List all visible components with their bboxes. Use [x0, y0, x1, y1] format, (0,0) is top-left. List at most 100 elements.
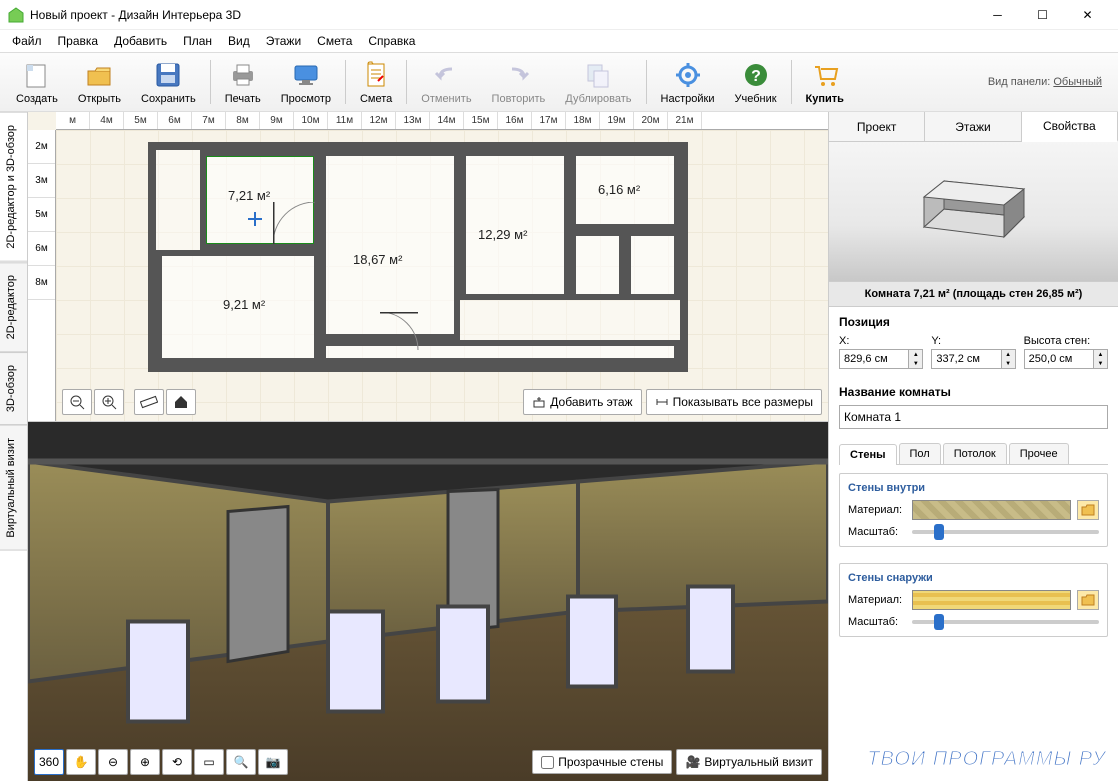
h-up[interactable]: ▲ [1093, 350, 1107, 359]
transparent-walls-checkbox[interactable]: Прозрачные стены [532, 750, 672, 774]
inside-scale-slider[interactable] [912, 530, 1099, 534]
tool-preview[interactable]: Просмотр [271, 57, 341, 107]
render-3d-pane[interactable]: 360 ✋ ⊖ ⊕ ⟲ ▭ 🔍 📷 Прозрачные стены 🎥 Вир… [28, 422, 828, 781]
toolbar: Создать Открыть Сохранить Печать Просмот… [0, 52, 1118, 112]
tool-open[interactable]: Открыть [68, 57, 131, 107]
rptab-project[interactable]: Проект [829, 112, 925, 141]
menu-file[interactable]: Файл [4, 32, 50, 50]
dimension-icon [655, 395, 669, 409]
room-label-1: 7,21 м² [228, 188, 270, 203]
outside-scale-slider[interactable] [912, 620, 1099, 624]
input-pos-x[interactable] [840, 350, 908, 368]
room-label-5: 9,21 м² [223, 297, 265, 312]
zoom-fit-button[interactable]: 🔍 [226, 749, 256, 775]
y-up[interactable]: ▲ [1001, 350, 1015, 359]
tool-tutorial[interactable]: ?Учебник [724, 57, 786, 107]
plan-toolbar-left [62, 389, 196, 415]
x-dn[interactable]: ▼ [908, 359, 922, 368]
floorplan[interactable]: 7,21 м² 18,67 м² 12,29 м² 6,16 м² 9,21 м… [148, 142, 688, 392]
minimize-button[interactable]: ─ [975, 1, 1020, 29]
stab-walls[interactable]: Стены [839, 444, 897, 465]
close-button[interactable]: ✕ [1065, 1, 1110, 29]
zoom-in-button[interactable] [94, 389, 124, 415]
panel-mode-link[interactable]: Обычный [1053, 76, 1102, 88]
add-floor-button[interactable]: Добавить этаж [523, 389, 641, 415]
stab-floor[interactable]: Пол [899, 443, 941, 464]
position-heading: Позиция [839, 315, 1108, 329]
folder-icon [1081, 504, 1095, 516]
panel-mode-label: Вид панели: Обычный [988, 76, 1102, 88]
inside-material-browse[interactable] [1077, 500, 1099, 520]
tool-undo[interactable]: Отменить [411, 57, 481, 107]
folder-icon [1081, 594, 1095, 606]
camera-icon: 🎥 [685, 755, 700, 769]
rptab-properties[interactable]: Свойства [1022, 112, 1118, 142]
room-preview-3d [829, 142, 1118, 282]
property-subtabs: Стены Пол Потолок Прочее [839, 443, 1108, 465]
show-dimensions-button[interactable]: Показывать все размеры [646, 389, 822, 415]
walls-inside-section: Стены внутри Материал: Масштаб: [839, 473, 1108, 547]
menu-help[interactable]: Справка [360, 32, 423, 50]
input-wall-height[interactable] [1025, 350, 1093, 368]
sidetab-virtual[interactable]: Виртуальный визит [0, 425, 27, 551]
sidetab-3d[interactable]: 3D-обзор [0, 352, 27, 425]
move-icon[interactable] [248, 212, 262, 226]
titlebar: Новый проект - Дизайн Интерьера 3D ─ ☐ ✕ [0, 0, 1118, 30]
zoom-in-3d[interactable]: ⊕ [130, 749, 160, 775]
room-info-text: Комната 7,21 м² (площадь стен 26,85 м²) [829, 282, 1118, 307]
side-tabs: 2D-редактор и 3D-обзор 2D-редактор 3D-об… [0, 112, 28, 781]
x-up[interactable]: ▲ [908, 350, 922, 359]
plan-2d-pane[interactable]: м4м5м6м7м8м9м10м11м12м13м14м15м16м17м18м… [28, 112, 828, 422]
add-floor-icon [532, 395, 546, 409]
tool-save[interactable]: Сохранить [131, 57, 206, 107]
menu-edit[interactable]: Правка [50, 32, 107, 50]
outside-material-swatch[interactable] [912, 590, 1071, 610]
svg-text:?: ? [751, 68, 761, 85]
zoom-out-3d[interactable]: ⊖ [98, 749, 128, 775]
menubar: Файл Правка Добавить План Вид Этажи Смет… [0, 30, 1118, 52]
rptab-floors[interactable]: Этажи [925, 112, 1021, 141]
virtual-visit-button[interactable]: 🎥 Виртуальный визит [676, 749, 822, 775]
window-title: Новый проект - Дизайн Интерьера 3D [30, 8, 975, 22]
measure-button[interactable] [134, 389, 164, 415]
render-toolbar-right: Прозрачные стены 🎥 Виртуальный визит [532, 749, 822, 775]
sidetab-2d3d[interactable]: 2D-редактор и 3D-обзор [0, 112, 27, 262]
outside-material-browse[interactable] [1077, 590, 1099, 610]
room-name-input[interactable] [839, 405, 1108, 429]
stab-ceiling[interactable]: Потолок [943, 443, 1007, 464]
tool-duplicate[interactable]: Дублировать [555, 57, 641, 107]
camera-button[interactable]: 📷 [258, 749, 288, 775]
input-pos-y[interactable] [932, 350, 1000, 368]
app-icon [8, 7, 24, 23]
stab-other[interactable]: Прочее [1009, 443, 1069, 464]
room-label-4: 12,29 м² [478, 227, 527, 242]
menu-plan[interactable]: План [175, 32, 220, 50]
menu-add[interactable]: Добавить [106, 32, 175, 50]
tool-settings[interactable]: Настройки [651, 57, 725, 107]
orbit-button[interactable]: 360 [34, 749, 64, 775]
menu-estimate[interactable]: Смета [309, 32, 360, 50]
tool-estimate[interactable]: Смета [350, 57, 402, 107]
reset-view-button[interactable]: ⟲ [162, 749, 192, 775]
inside-material-swatch[interactable] [912, 500, 1071, 520]
room-label-2: 6,16 м² [598, 182, 640, 197]
walls-outside-section: Стены снаружи Материал: Масштаб: [839, 563, 1108, 637]
home-button[interactable] [166, 389, 196, 415]
right-panel-tabs: Проект Этажи Свойства [829, 112, 1118, 142]
y-dn[interactable]: ▼ [1001, 359, 1015, 368]
tool-buy[interactable]: Купить [796, 57, 854, 107]
menu-floors[interactable]: Этажи [258, 32, 309, 50]
menu-view[interactable]: Вид [220, 32, 258, 50]
tool-print[interactable]: Печать [215, 57, 271, 107]
h-dn[interactable]: ▼ [1093, 359, 1107, 368]
maximize-button[interactable]: ☐ [1020, 1, 1065, 29]
view-mode-button[interactable]: ▭ [194, 749, 224, 775]
right-panel: Проект Этажи Свойства Комната 7,21 м² (п… [828, 112, 1118, 781]
sidetab-2d[interactable]: 2D-редактор [0, 262, 27, 352]
zoom-out-button[interactable] [62, 389, 92, 415]
ruler-vertical: 2м3м5м6м8м [28, 130, 56, 421]
tool-redo[interactable]: Повторить [482, 57, 556, 107]
render-toolbar: 360 ✋ ⊖ ⊕ ⟲ ▭ 🔍 📷 [34, 749, 288, 775]
pan-button[interactable]: ✋ [66, 749, 96, 775]
tool-create[interactable]: Создать [6, 57, 68, 107]
